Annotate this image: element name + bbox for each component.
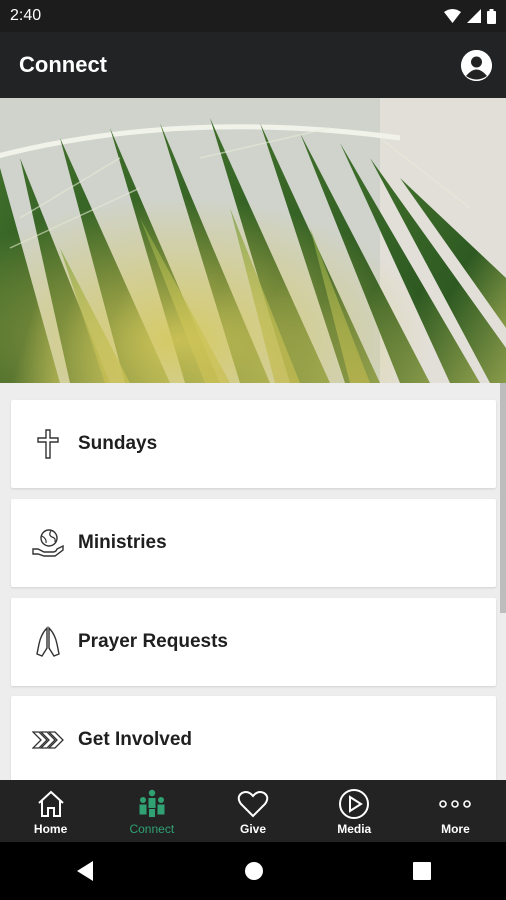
- hero-image: [0, 98, 506, 383]
- hand-globe-icon: [30, 525, 66, 561]
- nav-more[interactable]: More: [405, 780, 506, 842]
- palm-leaves-image: [0, 98, 506, 383]
- cross-icon: [30, 426, 66, 462]
- nav-label: More: [441, 822, 470, 836]
- system-nav-bar: [0, 842, 506, 900]
- signal-icon: [467, 9, 481, 23]
- people-icon: [136, 786, 168, 822]
- scrollbar[interactable]: [500, 383, 506, 613]
- recents-icon[interactable]: [413, 862, 432, 880]
- user-avatar-icon: [461, 49, 492, 81]
- menu-item-label: Ministries: [78, 532, 167, 553]
- home-circle-icon[interactable]: [244, 861, 264, 881]
- app-bar: Connect: [0, 32, 506, 98]
- nav-media[interactable]: Media: [304, 780, 405, 842]
- menu-item-sundays[interactable]: Sundays: [11, 400, 496, 488]
- menu-list: Sundays Ministries Prayer Requests Get I…: [0, 383, 506, 780]
- nav-label: Connect: [129, 822, 175, 836]
- bottom-nav: Home Connect Give Media More: [0, 780, 506, 842]
- nav-home[interactable]: Home: [0, 780, 101, 842]
- profile-button[interactable]: [461, 49, 492, 81]
- more-dots-icon: [438, 786, 472, 822]
- heart-icon: [237, 786, 269, 822]
- battery-icon: [487, 8, 496, 24]
- menu-item-ministries[interactable]: Ministries: [11, 499, 496, 587]
- menu-item-prayer-requests[interactable]: Prayer Requests: [11, 598, 496, 686]
- status-icons: [444, 8, 496, 24]
- nav-label: Home: [33, 822, 68, 836]
- back-icon[interactable]: [75, 860, 95, 882]
- home-icon: [36, 786, 66, 822]
- menu-item-label: Prayer Requests: [78, 631, 228, 652]
- menu-item-label: Get Involved: [78, 729, 193, 750]
- play-circle-icon: [338, 786, 370, 822]
- nav-label: Media: [337, 822, 372, 836]
- menu-item-get-involved[interactable]: Get Involved: [11, 696, 496, 780]
- nav-give[interactable]: Give: [202, 780, 303, 842]
- wifi-icon: [444, 9, 461, 23]
- praying-hands-icon: [30, 624, 66, 660]
- status-time: 2:40: [10, 7, 42, 24]
- page-title: Connect: [19, 52, 107, 77]
- nav-connect[interactable]: Connect: [101, 780, 202, 842]
- chevrons-right-icon: [30, 722, 66, 758]
- status-bar: 2:40: [0, 0, 506, 32]
- menu-item-label: Sundays: [78, 433, 158, 454]
- nav-label: Give: [240, 822, 267, 836]
